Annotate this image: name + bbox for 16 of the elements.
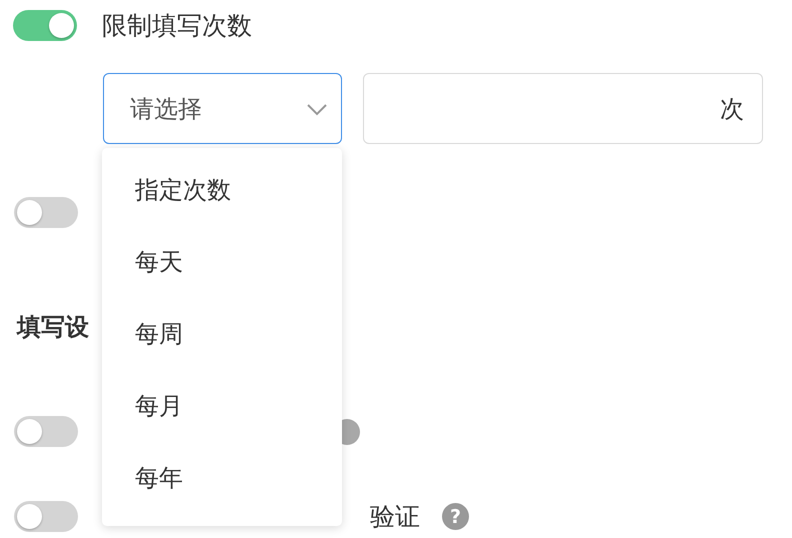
select-field[interactable]: 请选择	[103, 73, 342, 144]
count-input-field[interactable]: 次	[363, 73, 763, 144]
toggle-switch[interactable]	[13, 10, 77, 41]
option-label: 验证	[370, 501, 420, 533]
menu-item[interactable]: 指定次数	[102, 154, 342, 226]
menu-item[interactable]: 每周	[102, 298, 342, 370]
chevron-down-icon	[306, 102, 328, 116]
menu-item[interactable]: 每天	[102, 226, 342, 298]
menu-item[interactable]: 每月	[102, 370, 342, 442]
toggle-switch[interactable]	[14, 197, 78, 228]
unit-label: 次	[720, 94, 744, 124]
section-heading: 填写设	[17, 312, 89, 341]
toggle-switch[interactable]	[14, 501, 78, 532]
menu-item[interactable]: 每年	[102, 442, 342, 514]
option-label: 限制填写次数	[102, 10, 252, 42]
toggle-switch[interactable]	[14, 416, 78, 447]
